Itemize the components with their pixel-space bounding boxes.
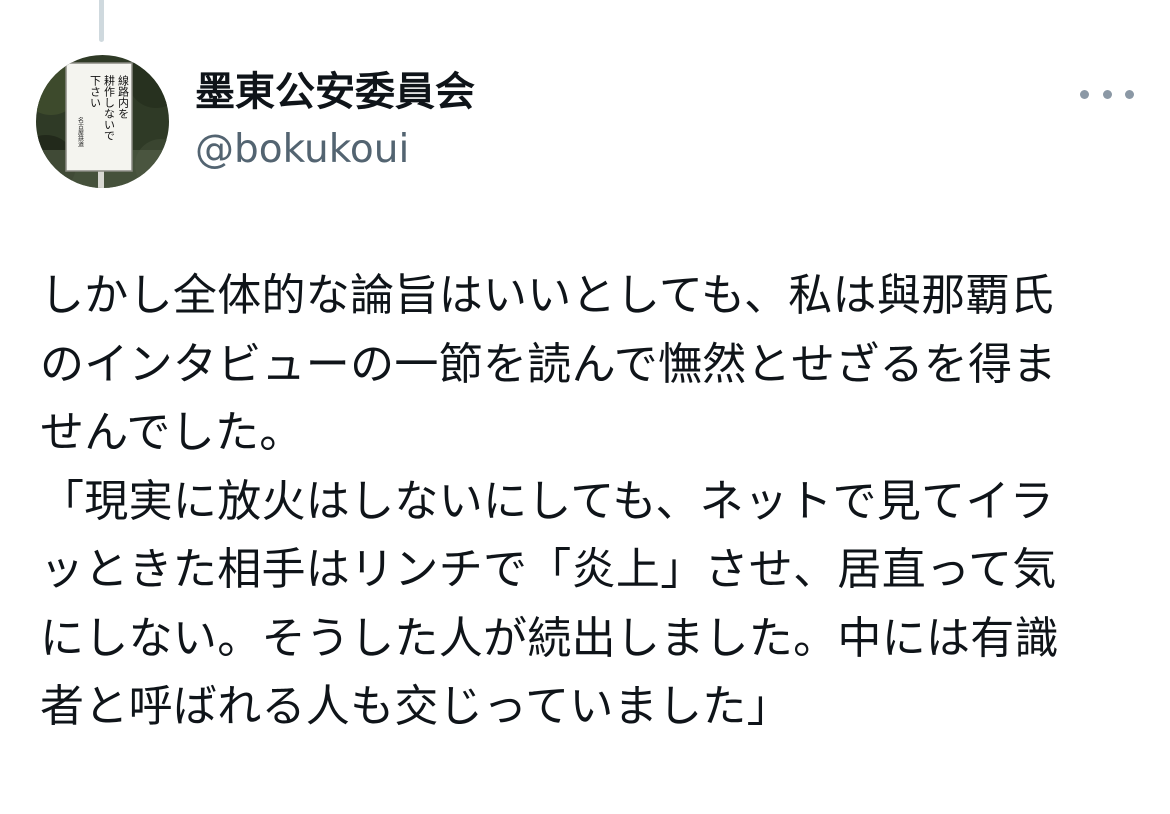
tweet-text-line: にしない。そうした人が続出しました。中には有識 bbox=[40, 612, 1059, 664]
avatar-sign-text: 線路内を bbox=[117, 74, 130, 119]
more-dot bbox=[1080, 89, 1089, 99]
tweet-body: しかし全体的な論旨はいいとしても、私は與那覇氏 のインタビューの一節を読んで憮然… bbox=[40, 262, 1150, 742]
tweet-text-line: のインタビューの一節を読んで憮然とせざるを得ま bbox=[40, 338, 1057, 390]
avatar-sign-text: 下さい bbox=[89, 75, 102, 108]
author-display-name[interactable]: 墨東公安委員会 bbox=[195, 66, 475, 118]
avatar-image: 線路内を 耕作しないで 下さい 名古屋鉄道 bbox=[36, 55, 169, 188]
avatar-sign-text: 耕作しないで bbox=[103, 74, 116, 141]
avatar[interactable]: 線路内を 耕作しないで 下さい 名古屋鉄道 bbox=[36, 55, 169, 188]
more-dot bbox=[1102, 89, 1112, 99]
thread-connector-line bbox=[99, 0, 104, 42]
tweet-text-line: 「現実に放火はしないにしても、ネットで見てイラ bbox=[40, 475, 1055, 527]
more-dot bbox=[1125, 89, 1134, 99]
avatar-sign-text: 名古屋鉄道 bbox=[77, 116, 84, 148]
tweet-text-line: 者と呼ばれる人も交じっていました」 bbox=[40, 681, 791, 732]
tweet-text-line: しかし全体的な論旨はいいとしても、私は與那覇氏 bbox=[40, 270, 1055, 321]
author-handle[interactable]: @bokukoui bbox=[195, 124, 409, 176]
more-options-icon[interactable] bbox=[1080, 76, 1134, 112]
tweet-text-line: せんでした。 bbox=[40, 407, 304, 458]
tweet-text-line: ッときた相手はリンチで「炎上」させ、居直って気 bbox=[40, 544, 1057, 595]
